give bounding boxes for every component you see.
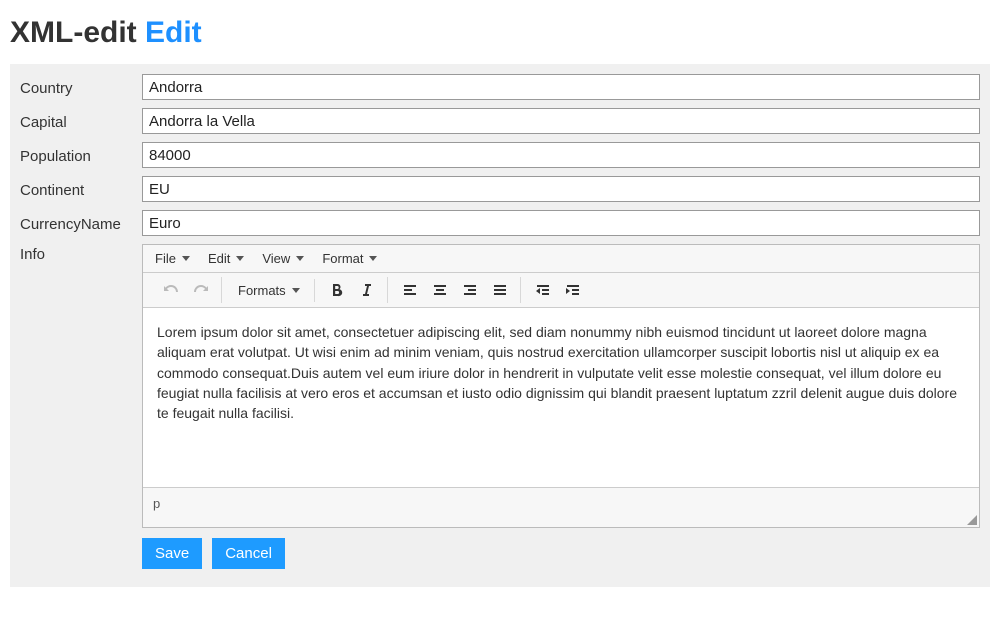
bold-button[interactable] — [323, 277, 351, 303]
caret-down-icon — [369, 256, 377, 261]
input-population[interactable] — [142, 142, 980, 168]
input-capital[interactable] — [142, 108, 980, 134]
indent-icon — [565, 282, 581, 298]
caret-down-icon — [236, 256, 244, 261]
formats-dropdown[interactable]: Formats — [230, 279, 308, 302]
label-country: Country — [20, 78, 142, 97]
label-population: Population — [20, 146, 142, 165]
editor-statusbar: p — [143, 488, 979, 527]
align-right-button[interactable] — [456, 277, 484, 303]
redo-button[interactable] — [187, 277, 215, 303]
outdent-button[interactable] — [529, 277, 557, 303]
indent-button[interactable] — [559, 277, 587, 303]
label-currency-name: CurrencyName — [20, 214, 142, 233]
resize-handle[interactable] — [963, 511, 977, 525]
label-info: Info — [20, 244, 142, 263]
italic-icon — [359, 282, 375, 298]
caret-down-icon — [296, 256, 304, 261]
label-continent: Continent — [20, 180, 142, 199]
bold-icon — [329, 282, 345, 298]
page-title: XML-edit Edit — [10, 16, 990, 50]
menu-edit[interactable]: Edit — [208, 251, 244, 266]
title-prefix: XML-edit — [10, 16, 137, 49]
label-capital: Capital — [20, 112, 142, 131]
align-center-icon — [432, 282, 448, 298]
align-center-button[interactable] — [426, 277, 454, 303]
cancel-button[interactable]: Cancel — [212, 538, 285, 569]
edit-form-panel: Country Capital Population Continent Cur… — [10, 64, 990, 587]
align-justify-icon — [492, 282, 508, 298]
align-left-button[interactable] — [396, 277, 424, 303]
menu-format[interactable]: Format — [322, 251, 377, 266]
undo-icon — [163, 282, 179, 298]
align-justify-button[interactable] — [486, 277, 514, 303]
redo-icon — [193, 282, 209, 298]
align-left-icon — [402, 282, 418, 298]
title-accent: Edit — [145, 16, 202, 49]
menu-file[interactable]: File — [155, 251, 190, 266]
input-currency-name[interactable] — [142, 210, 980, 236]
align-right-icon — [462, 282, 478, 298]
editor-toolbar: Formats — [143, 273, 979, 308]
formats-label: Formats — [238, 283, 286, 298]
menu-file-label: File — [155, 251, 176, 266]
caret-down-icon — [182, 256, 190, 261]
editor-content[interactable]: Lorem ipsum dolor sit amet, consectetuer… — [143, 308, 979, 488]
rich-text-editor: File Edit View Format — [142, 244, 980, 528]
menu-format-label: Format — [322, 251, 363, 266]
editor-element-path[interactable]: p — [153, 496, 160, 511]
editor-menubar: File Edit View Format — [143, 245, 979, 273]
undo-button[interactable] — [157, 277, 185, 303]
menu-edit-label: Edit — [208, 251, 230, 266]
menu-view-label: View — [262, 251, 290, 266]
italic-button[interactable] — [353, 277, 381, 303]
input-continent[interactable] — [142, 176, 980, 202]
outdent-icon — [535, 282, 551, 298]
save-button[interactable]: Save — [142, 538, 202, 569]
menu-view[interactable]: View — [262, 251, 304, 266]
form-buttons: Save Cancel — [142, 538, 980, 569]
input-country[interactable] — [142, 74, 980, 100]
caret-down-icon — [292, 288, 300, 293]
